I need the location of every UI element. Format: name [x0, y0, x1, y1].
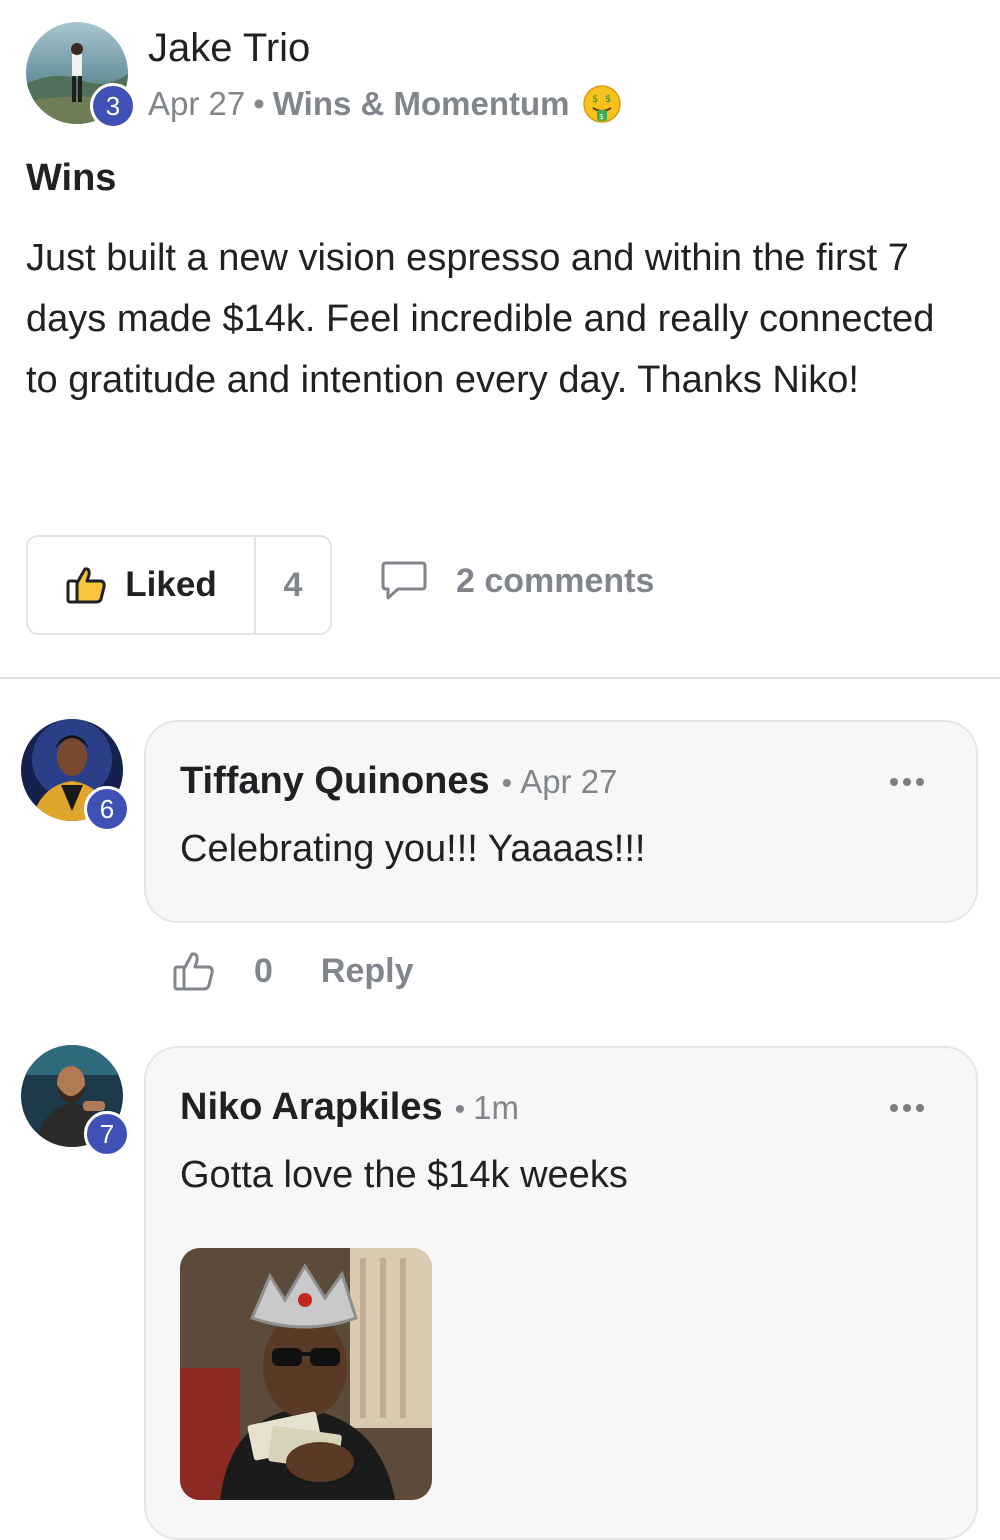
post-date: Apr 27 — [148, 85, 246, 122]
post-body: Just built a new vision espresso and wit… — [26, 237, 935, 401]
like-button[interactable]: Liked — [28, 537, 256, 633]
money-mouth-face-icon: $ $ $ — [582, 84, 622, 124]
comment-timestamp: 1m — [473, 1089, 519, 1126]
comment-bubble: Tiffany Quinones • Apr 27 Celebrating yo… — [144, 720, 978, 923]
meta-separator: • — [454, 1093, 466, 1126]
like-label: Liked — [125, 565, 217, 604]
post-meta: Apr 27 • Wins & Momentum $ $ $ — [148, 84, 622, 124]
thumbs-up-outline-icon[interactable] — [172, 950, 216, 992]
comment-bubble-icon — [380, 560, 428, 602]
meta-separator: • — [253, 85, 265, 122]
post-title: Wins — [26, 157, 117, 199]
gif-attachment[interactable] — [180, 1248, 432, 1500]
meta-separator: • — [501, 767, 513, 800]
thumbs-up-filled-icon — [65, 565, 107, 605]
comment-author-level-badge: 7 — [84, 1111, 130, 1157]
comment-author-name[interactable]: Niko Arapkiles — [180, 1086, 443, 1129]
comment-author-level-badge: 6 — [84, 786, 130, 832]
comment-actions: 0 Reply — [172, 950, 414, 992]
like-count[interactable]: 4 — [256, 537, 330, 633]
more-options-icon[interactable] — [890, 778, 924, 786]
comments-button[interactable]: 2 comments — [380, 560, 654, 602]
divider — [0, 677, 1000, 679]
post-category-link[interactable]: Wins & Momentum — [273, 85, 570, 123]
svg-text:$: $ — [605, 94, 611, 105]
svg-text:$: $ — [599, 112, 604, 121]
reply-button[interactable]: Reply — [321, 952, 414, 991]
comment-timestamp: Apr 27 — [520, 763, 618, 800]
comment-text: Gotta love the $14k weeks — [180, 1154, 628, 1196]
post-author-name[interactable]: Jake Trio — [148, 26, 310, 71]
more-options-icon[interactable] — [890, 1104, 924, 1112]
like-control: Liked 4 — [26, 535, 332, 635]
comment-text: Celebrating you!!! Yaaaas!!! — [180, 828, 646, 870]
comments-count-label: 2 comments — [456, 561, 655, 600]
svg-text:$: $ — [592, 94, 598, 105]
comment-author-name[interactable]: Tiffany Quinones — [180, 760, 490, 803]
comment-like-count: 0 — [254, 951, 273, 990]
comment-bubble: Niko Arapkiles • 1m Gotta love the $14k … — [144, 1046, 978, 1540]
author-level-badge: 3 — [90, 83, 136, 129]
